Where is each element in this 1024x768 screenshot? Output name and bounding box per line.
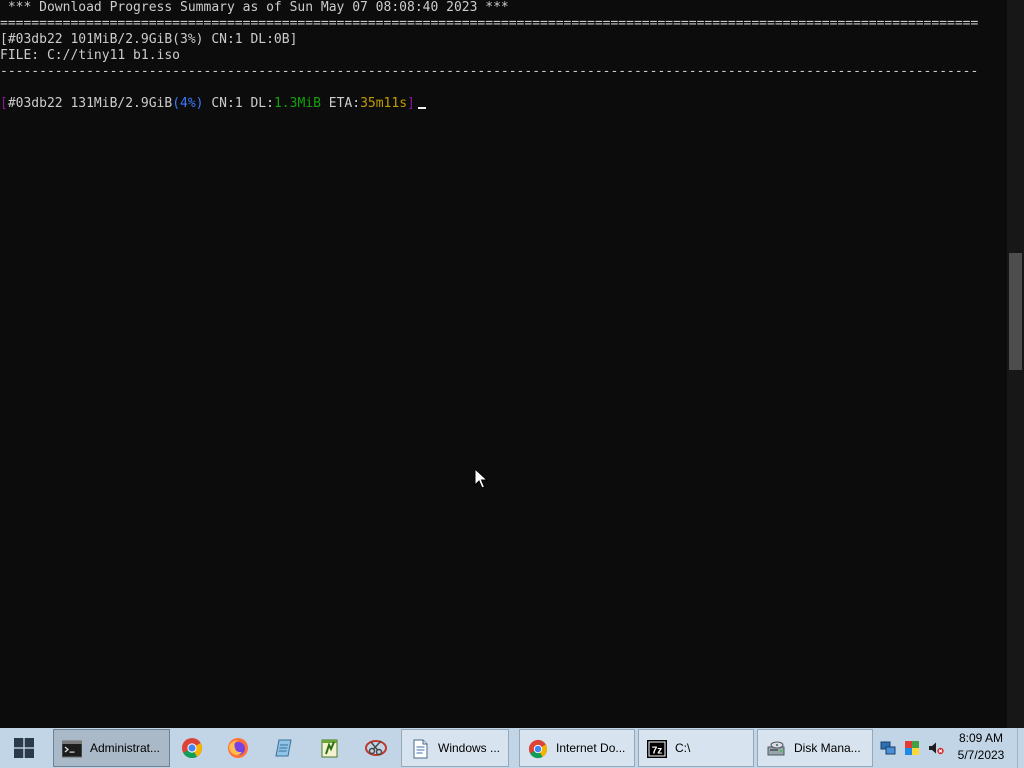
show-desktop-button[interactable] [1017,728,1024,768]
pinned-firefox[interactable] [224,734,252,762]
taskbar-label-command-prompt: Administrat... [90,741,161,755]
document-icon [413,739,428,759]
taskbar-label-7zip: C:\ [675,741,691,755]
snipping-tool-icon [365,740,387,756]
chrome-icon [528,739,548,759]
scrollbar-thumb[interactable] [1009,253,1022,370]
console-scrollbar[interactable] [1007,0,1024,728]
status-percent: (4%) [172,96,204,111]
color-icon[interactable] [904,740,920,756]
command-prompt-icon [62,740,82,758]
pinned-snipping-tool[interactable] [362,734,390,762]
file-path-line: FILE: C://tiny11 b1.iso [0,48,181,63]
firefox-icon [228,738,248,758]
progress-summary-line: [#03db22 101MiB/2.9GiB(3%) CN:1 DL:0B] [0,32,298,47]
windows-logo-icon [14,738,34,758]
clock-time: 8:09 AM [958,731,1004,745]
status-connections: CN:1 DL: [203,96,274,111]
start-button[interactable] [0,728,48,768]
pinned-notepad[interactable] [270,734,298,762]
7zip-icon-text: 7z [652,746,663,757]
7zip-icon: 7z [647,740,667,758]
taskbar: Administrat... Windows ... Internet Do..… [0,728,1024,768]
taskbar-button-windows-document[interactable]: Windows ... [401,729,509,767]
summary-header: *** Download Progress Summary as of Sun … [0,0,509,15]
clock-date: 5/7/2023 [957,748,1005,762]
status-eta-label: ETA: [320,96,361,111]
taskbar-label-disk-management: Disk Mana... [794,741,861,755]
taskbar-label-windows-document: Windows ... [438,741,501,755]
status-open-bracket: [ [0,96,8,111]
chrome-icon [182,738,203,759]
network-icon[interactable] [880,740,896,756]
taskbar-button-command-prompt[interactable]: Administrat... [53,729,170,767]
status-eta: 35m11s [360,96,408,111]
volume-muted-icon[interactable] [928,740,944,756]
text-cursor [417,107,426,109]
console-window[interactable]: *** Download Progress Summary as of Sun … [0,0,1007,728]
taskbar-button-disk-management[interactable]: Disk Mana... [757,729,873,767]
notepad-icon [275,739,292,757]
disk-management-icon [767,741,785,756]
status-speed: 1.3MiB [273,96,321,111]
taskbar-button-7zip[interactable]: 7z C:\ [638,729,754,767]
taskbar-label-internet-download: Internet Do... [556,741,626,755]
separator-single: ----------------------------------------… [0,64,979,79]
mouse-pointer-icon [474,468,488,489]
pinned-chrome[interactable] [178,734,206,762]
pinned-notepad-plus-plus[interactable] [316,734,344,762]
live-status-line: [#03db22 131MiB/2.9GiB(4%) CN:1 DL:1.3Mi… [0,96,426,112]
taskbar-button-internet-download[interactable]: Internet Do... [519,729,635,767]
taskbar-clock[interactable]: 8:09 AM 5/7/2023 [954,730,1008,766]
notepad-plus-plus-icon [321,739,338,758]
status-gid-size: #03db22 131MiB/2.9GiB [7,96,173,111]
status-close-bracket: ] [407,96,415,111]
desktop-screen: *** Download Progress Summary as of Sun … [0,0,1024,768]
separator-double: ========================================… [0,16,979,31]
